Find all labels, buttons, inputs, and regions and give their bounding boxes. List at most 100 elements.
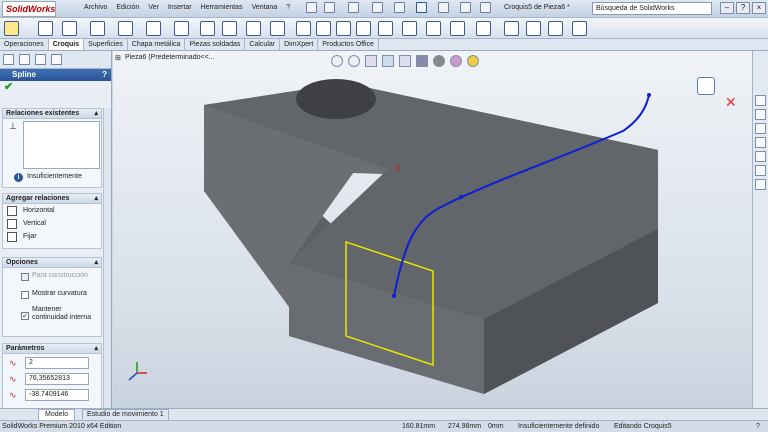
appearances-icon[interactable]	[755, 165, 766, 176]
spline-icon[interactable]	[222, 21, 237, 36]
rapid-sketch-icon[interactable]	[572, 21, 587, 36]
tab-croquis[interactable]: Croquis	[48, 39, 85, 50]
design-library-icon[interactable]	[755, 109, 766, 120]
horizontal-icon	[7, 206, 17, 216]
confirmation-corner-sketch-icon[interactable]	[697, 77, 715, 95]
solidworks-logo[interactable]: SolidWorks	[2, 1, 56, 17]
help-icon[interactable]: ?	[102, 69, 107, 81]
plane-icon[interactable]	[296, 21, 311, 36]
select-icon[interactable]	[416, 2, 427, 13]
file-explorer-icon[interactable]	[755, 123, 766, 134]
save-icon[interactable]	[348, 2, 359, 13]
tab-calcular[interactable]: Calcular	[245, 39, 281, 50]
graphics-area[interactable]: ⊞ Pieza6 (Predeterminado<<... ✕	[113, 51, 752, 408]
spline-endpoint[interactable]	[647, 93, 651, 97]
option-internal-continuity[interactable]: ✓ Mantener continuidad interna	[3, 304, 101, 334]
status-help[interactable]: ?	[756, 421, 760, 432]
rectangle-icon[interactable]	[90, 21, 105, 36]
view-palette-icon[interactable]	[755, 151, 766, 162]
options-icon[interactable]	[460, 2, 471, 13]
close-window-icon[interactable]: ×	[752, 2, 766, 14]
parameters-header[interactable]: Parámetros	[3, 344, 101, 354]
cancel-sketch-icon[interactable]: ✕	[725, 95, 737, 109]
slot-icon[interactable]	[118, 21, 133, 36]
relation-fix[interactable]: Fijar	[3, 230, 101, 243]
undo-icon[interactable]	[394, 2, 405, 13]
help-icon[interactable]: ?	[736, 2, 750, 14]
new-document-icon[interactable]	[306, 2, 317, 13]
construction-checkbox[interactable]	[21, 273, 29, 281]
minimize-icon[interactable]: –	[720, 2, 734, 14]
option-construction[interactable]: Para construcción	[3, 268, 101, 286]
curvature-checkbox[interactable]	[21, 291, 29, 299]
display-relations-icon[interactable]	[504, 21, 519, 36]
sketch-icon[interactable]	[4, 21, 19, 36]
tab-chapa-metalica[interactable]: Chapa metálica	[128, 39, 186, 50]
trim-icon[interactable]	[356, 21, 371, 36]
fillet-icon[interactable]	[270, 21, 285, 36]
view-icon[interactable]	[480, 2, 491, 13]
feature-manager-icon[interactable]	[3, 54, 14, 65]
circle-icon[interactable]	[146, 21, 161, 36]
hole-feature[interactable]	[296, 79, 376, 119]
repair-sketch-icon[interactable]	[526, 21, 541, 36]
triad-icon	[128, 362, 147, 381]
add-relations-header[interactable]: Agregar relaciones	[3, 194, 101, 204]
smart-dimension-icon[interactable]	[38, 21, 53, 36]
convert-entities-icon[interactable]	[378, 21, 393, 36]
options-header[interactable]: Opciones	[3, 258, 101, 268]
ok-bar: ✔	[0, 81, 111, 94]
continuity-checkbox[interactable]: ✓	[21, 312, 29, 320]
menu-help[interactable]: ?	[286, 4, 290, 11]
spline-points-icon: ∿	[9, 358, 17, 368]
text-icon[interactable]	[316, 21, 331, 36]
line-icon[interactable]	[62, 21, 77, 36]
task-pane	[752, 51, 768, 408]
menu-herramientas[interactable]: Herramientas	[201, 4, 243, 11]
menu-edicion[interactable]: Edición	[116, 4, 139, 11]
search-results-icon[interactable]	[755, 137, 766, 148]
print-icon[interactable]	[372, 2, 383, 13]
relation-horizontal[interactable]: Horizontal	[3, 204, 101, 217]
option-show-curvature[interactable]: Mostrar curvatura	[3, 286, 101, 304]
model-view	[204, 79, 658, 394]
offset-icon[interactable]	[402, 21, 417, 36]
menu-archivo[interactable]: Archivo	[84, 4, 107, 11]
param-y-field[interactable]: -38.7409146	[25, 389, 89, 401]
arc-icon[interactable]	[174, 21, 189, 36]
rebuild-icon[interactable]	[438, 2, 449, 13]
relation-vertical[interactable]: Vertical	[3, 217, 101, 230]
tab-operaciones[interactable]: Operaciones	[0, 39, 49, 50]
search-input[interactable]: Búsqueda de SolidWorks	[592, 2, 712, 15]
menu-ventana[interactable]: Ventana	[252, 4, 278, 11]
move-entities-icon[interactable]	[476, 21, 491, 36]
ok-check-icon[interactable]: ✔	[4, 80, 13, 93]
spline-startpoint[interactable]	[392, 294, 396, 298]
spline-handle[interactable]	[459, 195, 463, 199]
relations-list[interactable]	[23, 121, 100, 169]
open-icon[interactable]	[324, 2, 335, 13]
property-manager-icon[interactable]	[19, 54, 30, 65]
quick-snaps-icon[interactable]	[548, 21, 563, 36]
tab-piezas-soldadas[interactable]: Piezas soldadas	[185, 39, 246, 50]
custom-properties-icon[interactable]	[755, 179, 766, 190]
mirror-icon[interactable]	[426, 21, 441, 36]
manager-tabs	[0, 51, 111, 69]
configuration-manager-icon[interactable]	[35, 54, 46, 65]
param-x-field[interactable]: 76,35652813	[25, 373, 89, 385]
tab-dimxpert[interactable]: DimXpert	[280, 39, 319, 50]
point-icon[interactable]	[336, 21, 351, 36]
menu-ver[interactable]: Ver	[148, 4, 159, 11]
property-manager-title: Spline ?	[0, 69, 111, 81]
existing-relations-header[interactable]: Relaciones existentes	[3, 109, 101, 119]
param-point-field[interactable]: 2	[25, 357, 89, 369]
tab-productos-office[interactable]: Productos Office	[318, 39, 379, 50]
tab-superficies[interactable]: Superficies	[84, 39, 128, 50]
menu-insertar[interactable]: Insertar	[168, 4, 192, 11]
property-manager-scrollbar[interactable]	[103, 108, 111, 408]
linear-pattern-icon[interactable]	[450, 21, 465, 36]
resources-icon[interactable]	[755, 95, 766, 106]
ellipse-icon[interactable]	[246, 21, 261, 36]
dimxpert-manager-icon[interactable]	[51, 54, 62, 65]
polygon-icon[interactable]	[200, 21, 215, 36]
